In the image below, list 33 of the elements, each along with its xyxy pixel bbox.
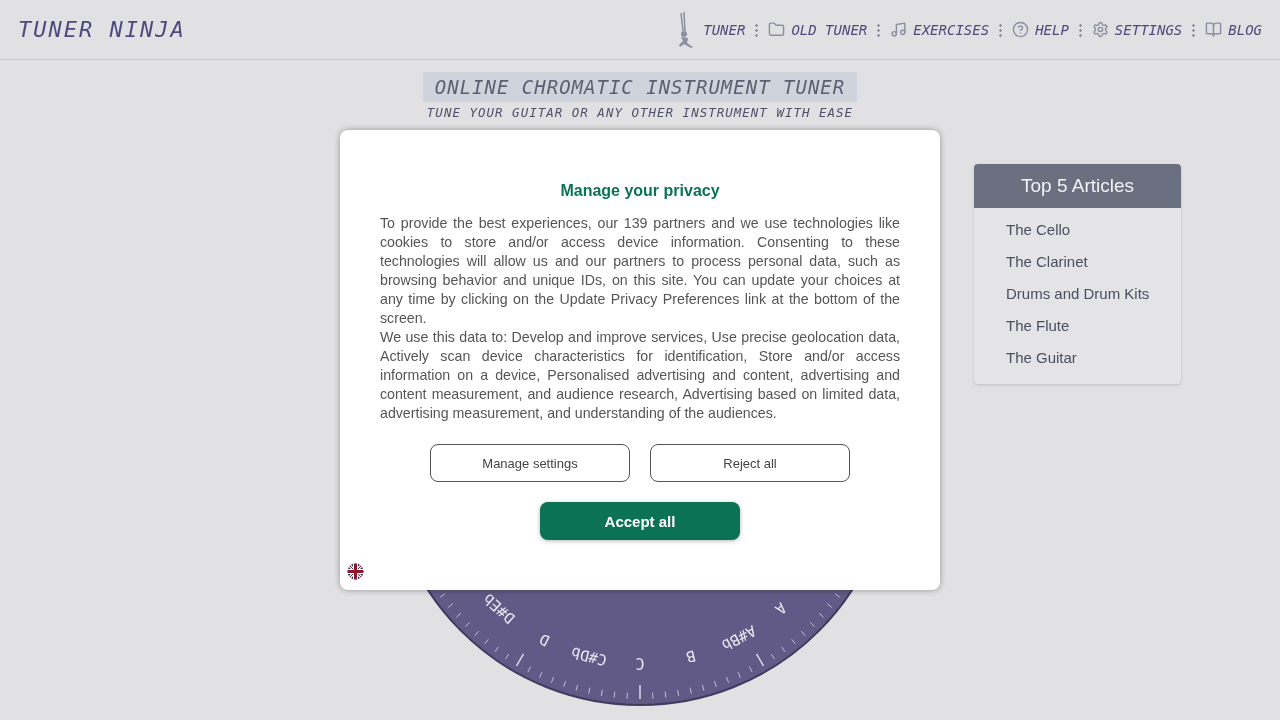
article-link[interactable]: The Guitar [1006, 342, 1181, 374]
note-label: D [536, 629, 553, 650]
dialog-button[interactable]: Reject all [650, 444, 850, 482]
note-label: C#Db [569, 643, 609, 670]
folder-icon [768, 21, 786, 38]
dialog-title: Manage your privacy [560, 182, 720, 200]
nav-link[interactable]: OLD TUNER [768, 21, 868, 38]
note-label: B [684, 646, 698, 667]
article-link[interactable]: The Flute [1006, 310, 1181, 342]
music-note-icon [890, 21, 908, 38]
accept-button[interactable]: Accept all [540, 502, 740, 540]
book-icon [1205, 21, 1223, 38]
dialog-paragraph: To provide the best experiences, our 139 partners and we use technologies like cookies to store and/or access device information. Consenting to these technologies will allow us and our partners to process personal data, such as browsing behavior and unique IDs, on this site. You can update your choices at any time by clicking on the Update Privacy Preferences link at the bottom of the screen. [380, 214, 900, 328]
note-label: C [635, 653, 645, 672]
nav-link[interactable]: BLOG [1205, 21, 1262, 38]
flag-icon[interactable] [347, 563, 364, 580]
nav-link[interactable]: EXERCISES [890, 21, 990, 38]
card-title: Top 5 Articles [974, 164, 1181, 208]
settings-icon [1091, 21, 1109, 38]
help-icon [1012, 21, 1030, 38]
page-subheadline: TUNE YOUR GUITAR OR ANY OTHER INSTRUMENT WITH EASE [426, 105, 854, 120]
nav-link[interactable]: SETTINGS [1091, 21, 1183, 38]
note-label: A#Bb [718, 621, 759, 655]
page-headline: ONLINE CHROMATIC INSTRUMENT TUNER [422, 72, 858, 102]
article-link[interactable]: The Clarinet [1006, 246, 1181, 278]
nav-link[interactable]: TUNER [675, 10, 746, 49]
dialog-paragraph: We use this data to: Develop and improve services, Use precise geolocation data, Actively scan device characteristics for identification, Store and/or access information on a device, Personalised advertising and content, advertising and content measurement, and audience research, Advertising based on limited data, advertising measurement, and understanding of the audiences. [380, 328, 900, 423]
site-logo[interactable]: TUNER NINJA [18, 17, 186, 42]
dialog-button[interactable]: Manage settings [430, 444, 630, 482]
nav-link[interactable]: HELP [1012, 21, 1069, 38]
article-link[interactable]: The Cello [1006, 214, 1181, 246]
note-label: A [771, 598, 791, 619]
article-link[interactable]: Drums and Drum Kits [1006, 278, 1181, 310]
